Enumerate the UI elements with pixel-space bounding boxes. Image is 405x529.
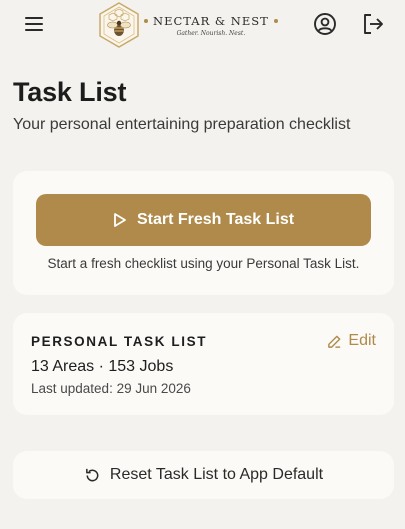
reset-task-list-button[interactable]: Reset Task List to App Default bbox=[13, 451, 394, 499]
page-title: Task List bbox=[13, 77, 127, 107]
last-updated: Last updated: 29 Jun 2026 bbox=[31, 381, 191, 396]
edit-button[interactable]: Edit bbox=[327, 332, 376, 350]
brand-logo[interactable]: NECTAR & NEST Gather. Nourish. Nest. bbox=[98, 2, 278, 48]
brand-tagline: Gather. Nourish. Nest. bbox=[176, 29, 246, 37]
brand-dot-right bbox=[273, 18, 278, 23]
user-circle-icon[interactable] bbox=[313, 12, 337, 36]
brand-text: NECTAR & NEST Gather. Nourish. Nest. bbox=[144, 14, 278, 37]
section-label: PERSONAL TASK LIST bbox=[31, 334, 208, 349]
start-fresh-button-label: Start Fresh Task List bbox=[136, 211, 295, 228]
page-subtitle: Your personal entertaining preparation c… bbox=[13, 116, 351, 133]
brand-dot-left bbox=[144, 18, 148, 23]
brand-name-text: NECTAR & NEST bbox=[153, 13, 269, 28]
reset-label: Reset Task List to App Default bbox=[109, 466, 324, 483]
reset-icon bbox=[85, 468, 99, 481]
reset-button-content: Reset Task List to App Default bbox=[13, 451, 394, 499]
task-list-stats: 13 Areas · 153 Jobs bbox=[31, 358, 174, 375]
play-icon bbox=[114, 213, 126, 227]
hamburger-menu-icon[interactable] bbox=[24, 14, 44, 34]
start-fresh-card: Start Fresh Task List Start a fresh chec… bbox=[13, 171, 394, 295]
pencil-icon bbox=[328, 335, 341, 348]
start-fresh-task-list-button[interactable]: Start Fresh Task List bbox=[36, 194, 371, 246]
logout-icon[interactable] bbox=[361, 12, 385, 36]
honeycomb-bee-logo-icon bbox=[99, 2, 139, 48]
start-fresh-description: Start a fresh checklist using your Perso… bbox=[47, 256, 360, 271]
brand-name: NECTAR & NEST bbox=[144, 14, 278, 28]
personal-task-list-card: PERSONAL TASK LIST Edit 13 Areas · 153 J… bbox=[13, 313, 394, 415]
edit-label: Edit bbox=[348, 332, 376, 349]
app-header: NECTAR & NEST Gather. Nourish. Nest. bbox=[0, 0, 405, 50]
